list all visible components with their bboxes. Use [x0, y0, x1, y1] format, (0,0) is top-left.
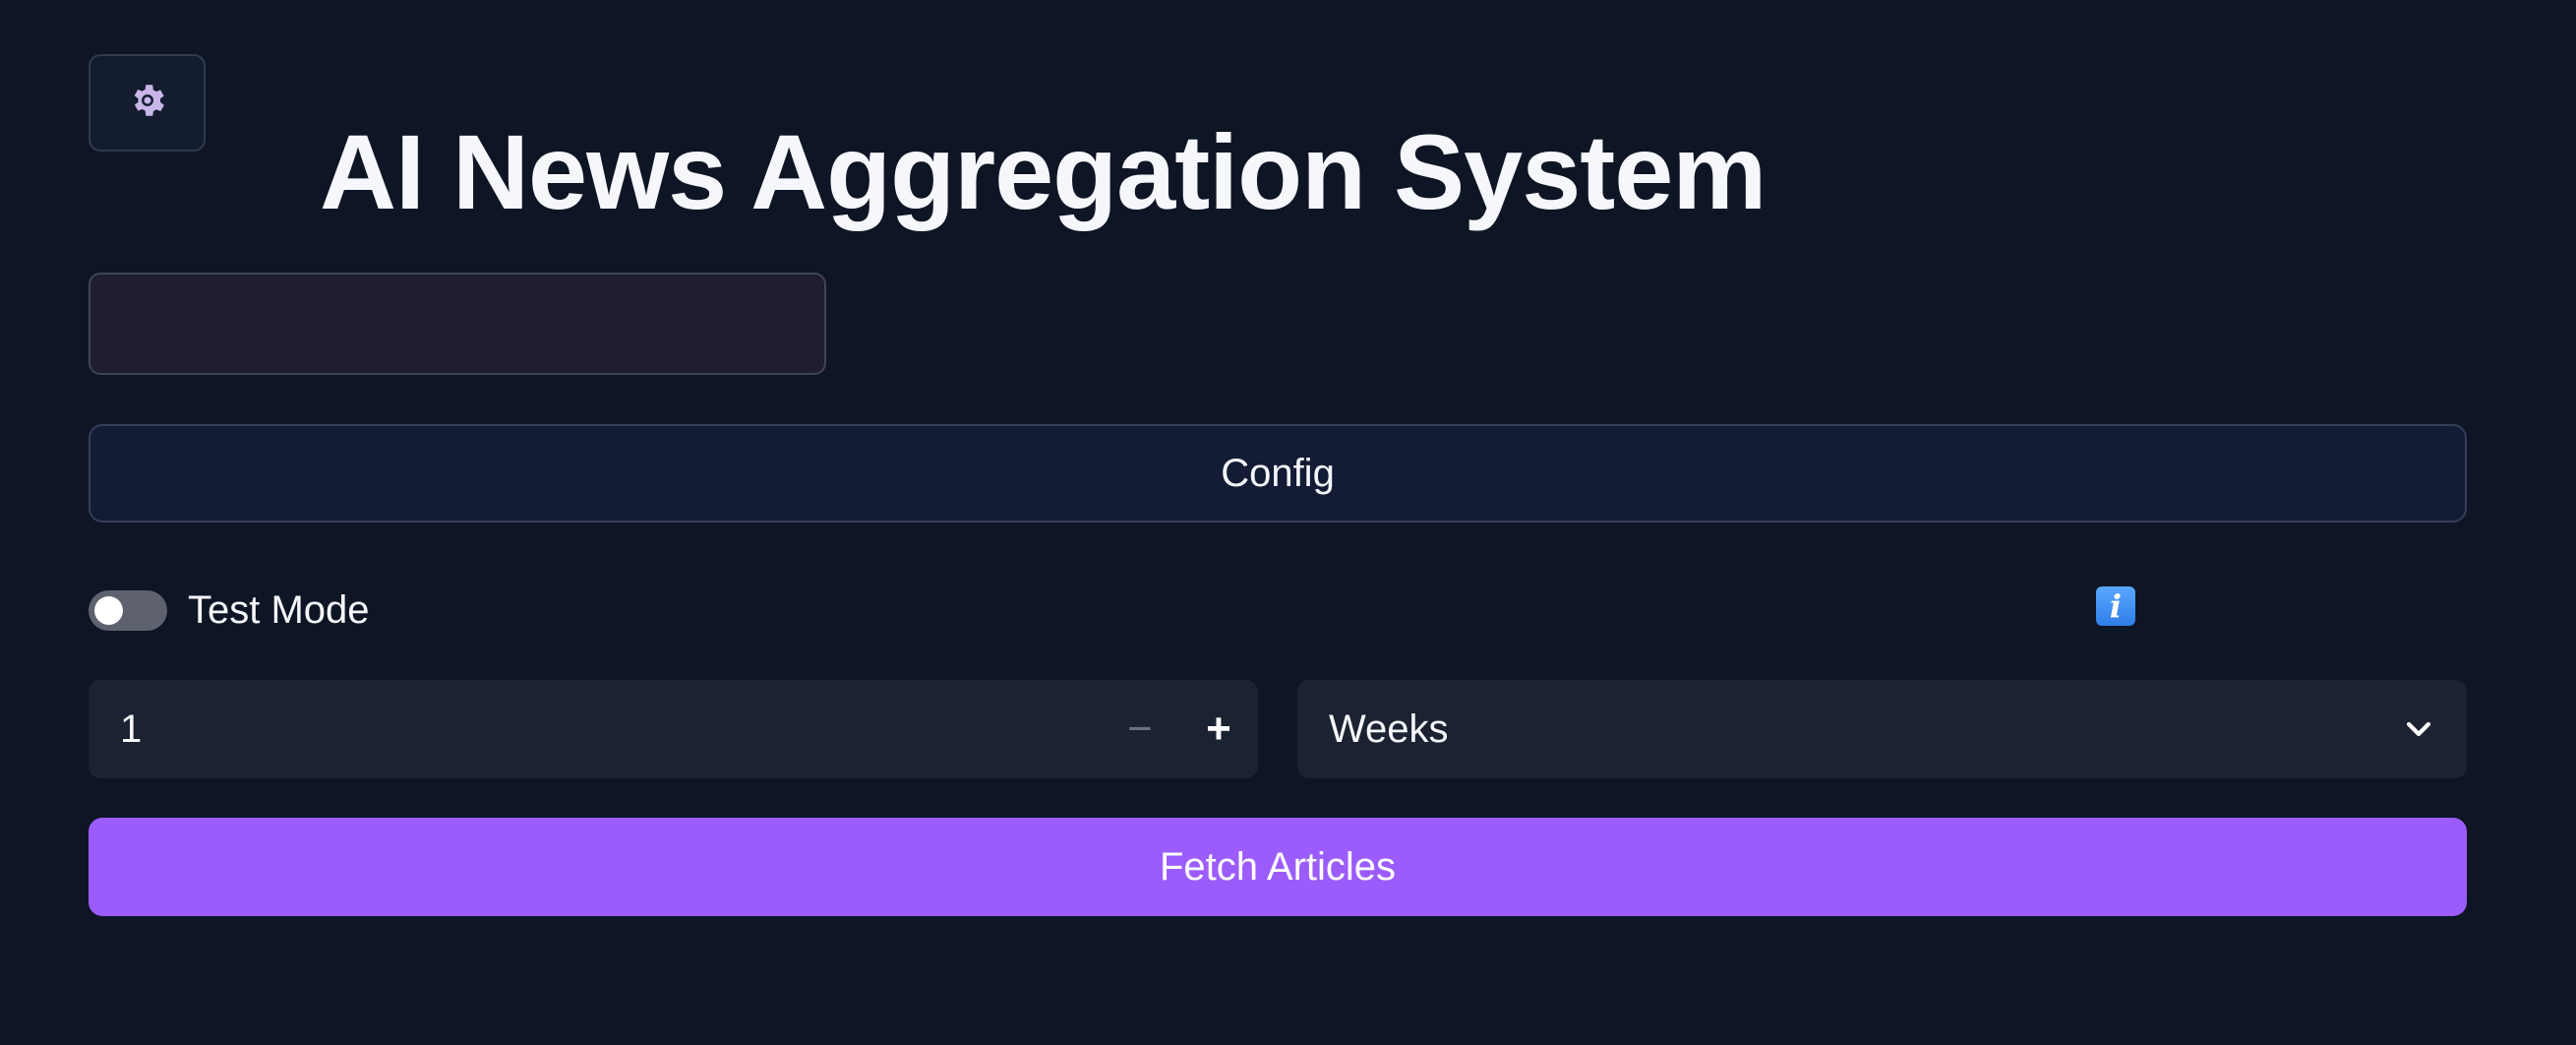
fetch-articles-button[interactable]: Fetch Articles	[89, 818, 2467, 916]
info-glyph: i	[2109, 587, 2123, 625]
toggle-knob	[94, 595, 123, 625]
period-amount-value[interactable]: 1	[89, 707, 1101, 752]
chevron-down-icon	[2402, 712, 2435, 746]
info-icon[interactable]: i	[2096, 586, 2135, 626]
increment-button[interactable]: +	[1179, 680, 1258, 778]
test-mode-toggle-row: Test Mode	[89, 581, 370, 640]
page-title: AI News Aggregation System	[320, 112, 1767, 231]
config-button[interactable]: Config	[89, 424, 2467, 522]
app-page: AI News Aggregation System Config Test M…	[0, 0, 2576, 1045]
period-amount-stepper[interactable]: 1 − +	[89, 680, 1258, 778]
settings-button[interactable]	[89, 54, 206, 152]
text-input[interactable]	[89, 273, 826, 375]
period-unit-value: Weeks	[1329, 707, 1449, 751]
test-mode-label: Test Mode	[188, 587, 370, 632]
gear-icon	[127, 80, 168, 126]
decrement-button[interactable]: −	[1101, 680, 1179, 778]
test-mode-toggle[interactable]	[89, 589, 167, 631]
period-unit-select[interactable]: Weeks	[1297, 680, 2467, 778]
